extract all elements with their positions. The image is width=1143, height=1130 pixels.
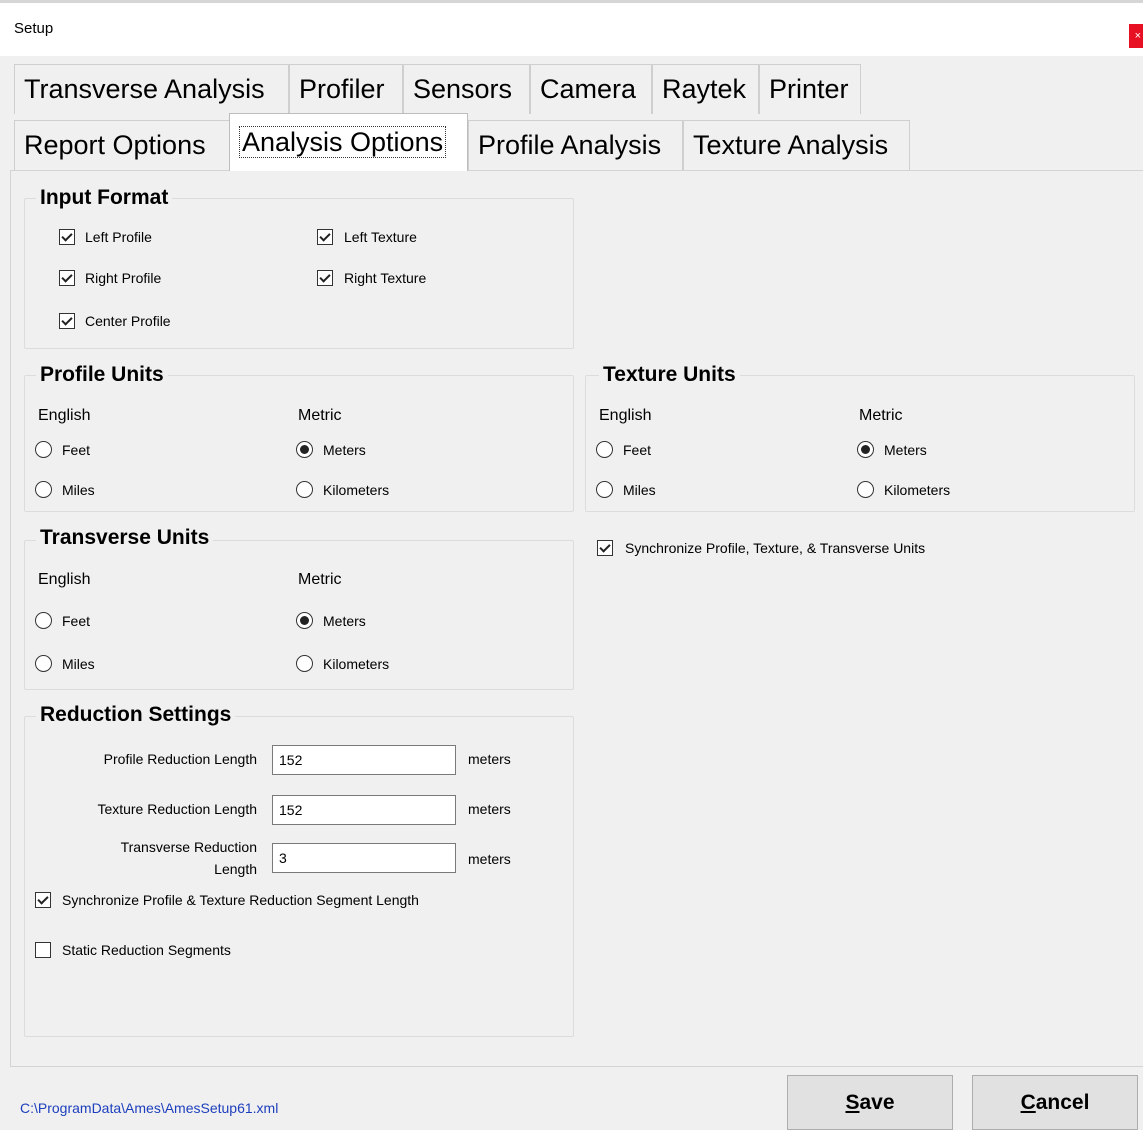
transverse-units-title: Transverse Units	[36, 526, 214, 550]
save-mnemonic: S	[845, 1091, 860, 1114]
profile-meters-radio[interactable]	[296, 441, 313, 458]
tab-report-options[interactable]: Report Options	[14, 120, 230, 170]
save-label-rest: ave	[859, 1091, 895, 1114]
transverse-reduction-unit: meters	[468, 851, 511, 867]
cancel-label-rest: ancel	[1035, 1091, 1090, 1114]
profile-english-label: English	[38, 407, 91, 424]
profile-units-title: Profile Units	[36, 363, 168, 387]
right-texture-checkbox[interactable]	[317, 270, 333, 286]
sync-reduction-label: Synchronize Profile & Texture Reduction …	[62, 892, 419, 908]
profile-feet-label: Feet	[62, 442, 91, 458]
sync-units-checkbox[interactable]	[597, 540, 613, 556]
profile-miles-radio[interactable]	[35, 481, 52, 498]
transverse-metric-label: Metric	[298, 571, 342, 588]
transverse-reduction-input[interactable]: 3	[272, 843, 456, 873]
config-file-path: C:\ProgramData\Ames\AmesSetup61.xml	[20, 1100, 279, 1116]
tab-texture-analysis[interactable]: Texture Analysis	[683, 120, 910, 170]
transverse-meters-label: Meters	[323, 613, 366, 629]
left-profile-checkbox[interactable]	[59, 229, 75, 245]
cancel-mnemonic: C	[1020, 1091, 1036, 1114]
transverse-reduction-label-line2: Length	[214, 861, 257, 877]
texture-feet-radio[interactable]	[596, 441, 613, 458]
profile-kilometers-radio[interactable]	[296, 481, 313, 498]
texture-units-title: Texture Units	[599, 363, 740, 387]
texture-reduction-unit: meters	[468, 801, 511, 817]
tab-raytek[interactable]: Raytek	[652, 64, 759, 114]
texture-english-label: English	[599, 407, 652, 424]
window-title: Setup	[14, 20, 54, 37]
texture-feet-label: Feet	[623, 442, 652, 458]
left-texture-label: Left Texture	[344, 229, 417, 245]
tab-sensors[interactable]: Sensors	[403, 64, 530, 114]
tab-camera[interactable]: Camera	[530, 64, 652, 114]
tab-transverse-analysis[interactable]: Transverse Analysis	[14, 64, 289, 114]
profile-miles-label: Miles	[62, 482, 95, 498]
center-profile-checkbox[interactable]	[59, 313, 75, 329]
texture-miles-label: Miles	[623, 482, 656, 498]
texture-kilometers-radio[interactable]	[857, 481, 874, 498]
static-reduction-checkbox[interactable]	[35, 942, 51, 958]
close-icon: ×	[1134, 30, 1141, 42]
transverse-english-label: English	[38, 571, 91, 588]
profile-reduction-unit: meters	[468, 751, 511, 767]
close-button[interactable]: ×	[1129, 24, 1143, 48]
profile-metric-label: Metric	[298, 407, 342, 424]
transverse-meters-radio[interactable]	[296, 612, 313, 629]
profile-feet-radio[interactable]	[35, 441, 52, 458]
transverse-reduction-label-line1: Transverse Reduction	[120, 839, 257, 855]
right-texture-label: Right Texture	[344, 270, 427, 286]
texture-metric-label: Metric	[859, 407, 903, 424]
texture-reduction-label: Texture Reduction Length	[97, 801, 257, 817]
tab-profile-analysis[interactable]: Profile Analysis	[468, 120, 683, 170]
right-profile-label: Right Profile	[85, 270, 162, 286]
transverse-kilometers-radio[interactable]	[296, 655, 313, 672]
texture-meters-label: Meters	[884, 442, 927, 458]
texture-miles-radio[interactable]	[596, 481, 613, 498]
transverse-kilometers-label: Kilometers	[323, 656, 390, 672]
save-button[interactable]: Save	[787, 1075, 953, 1130]
texture-kilometers-label: Kilometers	[884, 482, 951, 498]
transverse-miles-radio[interactable]	[35, 655, 52, 672]
cancel-button[interactable]: Cancel	[972, 1075, 1138, 1130]
title-bar	[0, 0, 1143, 56]
profile-reduction-label: Profile Reduction Length	[103, 751, 257, 767]
input-format-title: Input Format	[36, 186, 173, 210]
tab-profiler[interactable]: Profiler	[289, 64, 403, 114]
transverse-feet-radio[interactable]	[35, 612, 52, 629]
left-texture-checkbox[interactable]	[317, 229, 333, 245]
tab-analysis-options[interactable]: Analysis Options	[229, 113, 468, 171]
transverse-miles-label: Miles	[62, 656, 95, 672]
center-profile-label: Center Profile	[85, 313, 171, 329]
profile-kilometers-label: Kilometers	[323, 482, 390, 498]
tab-printer[interactable]: Printer	[759, 64, 861, 114]
texture-meters-radio[interactable]	[857, 441, 874, 458]
left-profile-label: Left Profile	[85, 229, 152, 245]
reduction-settings-title: Reduction Settings	[36, 703, 236, 727]
right-profile-checkbox[interactable]	[59, 270, 75, 286]
profile-meters-label: Meters	[323, 442, 366, 458]
static-reduction-label: Static Reduction Segments	[62, 942, 231, 958]
sync-reduction-checkbox[interactable]	[35, 892, 51, 908]
texture-reduction-input[interactable]: 152	[272, 795, 456, 825]
sync-units-label: Synchronize Profile, Texture, & Transver…	[625, 540, 926, 556]
tab-analysis-options-label: Analysis Options	[239, 126, 447, 158]
profile-reduction-input[interactable]: 152	[272, 745, 456, 775]
transverse-feet-label: Feet	[62, 613, 91, 629]
